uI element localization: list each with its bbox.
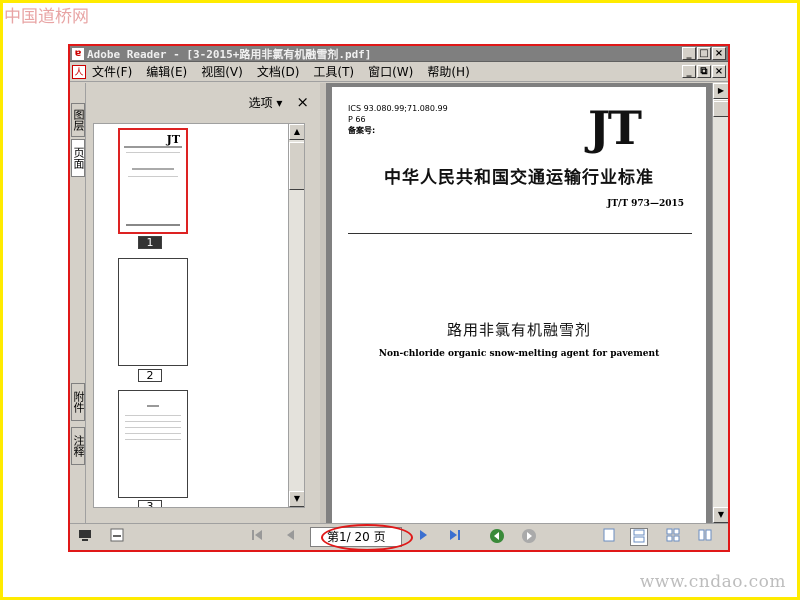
continuous-facing-icon[interactable]	[696, 528, 714, 546]
document-pane: ICS 93.080.99;71.080.99 P 66 备案号: JT 中华人…	[326, 83, 712, 523]
scroll-down-icon[interactable]: ▼	[289, 491, 304, 507]
menu-document[interactable]: 文档(D)	[257, 63, 300, 80]
options-dropdown[interactable]: 选项 ▾	[249, 94, 283, 111]
previous-page-icon[interactable]	[282, 528, 300, 546]
tab-pages[interactable]: 页面	[71, 139, 85, 177]
menu-help[interactable]: 帮助(H)	[427, 63, 469, 80]
site-url: www.cndao.com	[639, 572, 786, 592]
first-page-icon[interactable]	[248, 528, 266, 546]
thumb-logo: JT	[166, 133, 180, 146]
menu-bar: 人 文件(F) 编辑(E) 视图(V) 文档(D) 工具(T) 窗口(W) 帮助…	[70, 62, 728, 82]
doc-restore-button[interactable]: ⧉	[697, 65, 711, 78]
standard-title: 中华人民共和国交通运输行业标准	[384, 168, 654, 188]
facing-icon[interactable]	[664, 528, 682, 546]
status-bar: 第1/ 20 页	[70, 523, 728, 550]
menu-file[interactable]: 文件(F)	[92, 63, 132, 80]
title-bar: ɐ Adobe Reader - [3-2015+路用非氯有机融雪剂.pdf] …	[70, 46, 728, 62]
doc-close-button[interactable]: ×	[712, 65, 726, 78]
monitor-icon[interactable]	[76, 528, 94, 546]
page-label-3: 3	[138, 500, 162, 507]
thumbnail-scrollbar[interactable]: ▲ ▼	[288, 124, 304, 507]
reader-window: ɐ Adobe Reader - [3-2015+路用非氯有机融雪剂.pdf] …	[68, 44, 730, 552]
document-title-cn: 路用非氯有机融雪剂	[446, 321, 591, 339]
go-forward-icon[interactable]	[520, 528, 538, 546]
pdf-document-icon[interactable]: 人	[72, 64, 86, 79]
next-page-icon[interactable]	[414, 528, 432, 546]
menu-tools[interactable]: 工具(T)	[313, 63, 354, 80]
menu-view[interactable]: 视图(V)	[201, 63, 243, 80]
scroll-up-icon[interactable]: ▲	[289, 124, 304, 140]
page-label-2: 2	[138, 369, 162, 382]
thumbnail-list: JT 1 2 3 ▲ ▼	[93, 123, 305, 508]
continuous-icon[interactable]	[630, 528, 648, 546]
go-back-icon[interactable]	[488, 528, 506, 546]
scroll-down-icon[interactable]: ▼	[713, 507, 728, 523]
close-button[interactable]: ×	[712, 47, 726, 60]
right-arrow-icon[interactable]: ▶	[713, 83, 728, 99]
menu-edit[interactable]: 编辑(E)	[146, 63, 187, 80]
pdf-page: ICS 93.080.99;71.080.99 P 66 备案号: JT 中华人…	[332, 87, 706, 523]
scroll-thumb[interactable]	[289, 142, 304, 190]
standard-number: JT/T 973—2015	[607, 199, 684, 209]
last-page-icon[interactable]	[446, 528, 464, 546]
workspace: 图层 页面 附件 注释 选项 ▾ × JT 1 2 3 ▲ ▼ ICS 93.0…	[70, 83, 728, 523]
tab-comments[interactable]: 注释	[71, 427, 85, 465]
scroll-thumb[interactable]	[713, 101, 728, 117]
window-title: Adobe Reader - [3-2015+路用非氯有机融雪剂.pdf]	[87, 47, 372, 61]
single-page-icon[interactable]	[600, 528, 618, 546]
panel-close-button[interactable]: ×	[296, 93, 309, 111]
watermark: 中国道桥网	[4, 7, 89, 27]
p-code: P 66	[348, 115, 366, 124]
adobe-icon: ɐ	[72, 47, 84, 60]
tab-attachments[interactable]: 附件	[71, 383, 85, 421]
record-label: 备案号:	[348, 126, 376, 135]
page-thumbnail-2[interactable]	[118, 258, 188, 366]
ics-code: ICS 93.080.99;71.080.99	[348, 104, 448, 113]
minimize-panel-icon[interactable]	[108, 528, 126, 546]
menu-window[interactable]: 窗口(W)	[368, 63, 413, 80]
page-thumbnail-3[interactable]	[118, 390, 188, 498]
tab-layers[interactable]: 图层	[71, 103, 85, 137]
highlight-ellipse	[321, 524, 413, 550]
maximize-button[interactable]: □	[697, 47, 711, 60]
page-thumbnail-1[interactable]: JT	[118, 128, 188, 234]
document-title-en: Non-chloride organic snow-melting agent …	[378, 349, 660, 359]
doc-minimize-button[interactable]: _	[682, 65, 696, 78]
page-header-info: ICS 93.080.99;71.080.99 P 66 备案号:	[348, 103, 448, 136]
page-label-1: 1	[138, 236, 162, 249]
jt-logo: JT	[588, 101, 642, 155]
pages-panel: 选项 ▾ × JT 1 2 3 ▲ ▼	[87, 83, 319, 523]
minimize-button[interactable]: _	[682, 47, 696, 60]
document-scrollbar[interactable]: ▶ ▲ ▼	[712, 83, 728, 523]
header-rule	[348, 233, 692, 234]
side-tabs: 图层 页面 附件 注释	[70, 83, 86, 523]
